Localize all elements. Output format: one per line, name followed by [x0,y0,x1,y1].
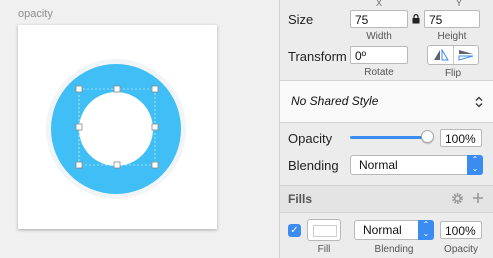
fill-blending-caption: Blending [374,244,414,255]
opacity-slider-track[interactable] [350,136,430,139]
artboard[interactable] [18,25,217,229]
fill-caption: Fill [317,244,331,255]
handle-top-right[interactable] [151,85,159,93]
handle-top[interactable] [113,85,121,93]
rotate-field[interactable]: 0º [350,46,408,64]
handle-left[interactable] [75,123,83,131]
fill-opacity-caption: Opacity [444,244,478,255]
size-label: Size [288,12,314,27]
height-caption: Height [437,31,467,42]
handle-bottom-left[interactable] [75,161,83,169]
ring-inner [79,92,153,166]
opacity-label: Opacity [288,131,333,146]
transform-label: Transform [288,49,347,64]
handle-right[interactable] [151,123,159,131]
flip-vertical-icon[interactable] [458,49,474,61]
blending-value: Normal [359,158,398,172]
shared-style-selector[interactable]: No Shared Style [280,80,493,123]
handle-bottom[interactable] [113,161,121,169]
fill-color-swatch[interactable] [307,219,341,241]
flip-horizontal-icon[interactable] [433,49,449,61]
opacity-field[interactable]: 100% [440,129,482,147]
fill-color-preview [313,225,337,237]
height-field[interactable]: 75 [424,10,480,28]
handle-bottom-right[interactable] [151,161,159,169]
fill-opacity-field[interactable]: 100% [440,221,482,239]
y-label: Y [456,0,463,8]
add-fill-icon[interactable] [472,192,484,204]
gear-icon[interactable] [451,192,464,205]
artboard-label[interactable]: opacity [18,8,53,20]
fill-dropdown-chevron-icon: ⌃ ⌄ [418,220,434,240]
ring-shape[interactable] [18,25,217,229]
x-label: X [376,0,383,8]
rotate-caption: Rotate [364,67,394,78]
width-caption: Width [366,31,392,42]
lock-icon[interactable] [412,14,420,24]
canvas[interactable]: opacity [0,0,279,258]
fill-blending-value: Normal [363,223,402,237]
dropdown-chevron-icon: ⌃ ⌄ [467,155,483,175]
flip-divider [453,46,454,64]
flip-control[interactable] [427,45,479,65]
opacity-slider-knob[interactable] [421,130,434,143]
shared-style-value: No Shared Style [291,94,379,108]
inspector-panel: X Y Size 75 75 Width Height Transform 0º… [279,0,493,258]
width-field[interactable]: 75 [350,10,408,28]
handle-top-left[interactable] [75,85,83,93]
fill-blending-dropdown[interactable]: Normal ⌃ ⌄ [354,220,434,240]
blending-dropdown[interactable]: Normal ⌃ ⌄ [350,155,483,175]
fills-title: Fills [288,192,313,206]
fills-header: Fills [280,185,493,213]
flip-caption: Flip [444,68,462,79]
fill-enabled-checkbox[interactable]: ✓ [288,224,301,237]
chevron-updown-icon [475,96,483,108]
blending-label: Blending [288,158,339,173]
